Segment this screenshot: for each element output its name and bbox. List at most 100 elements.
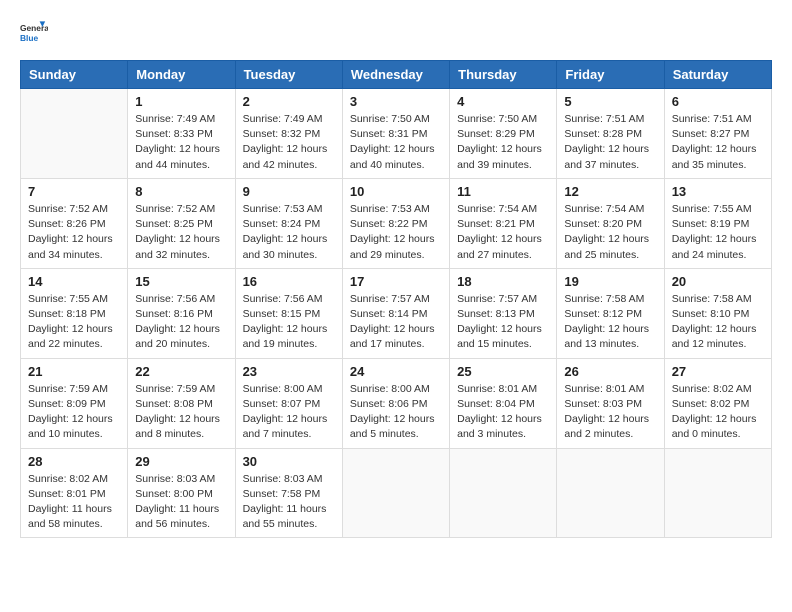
day-number: 11 xyxy=(457,184,549,199)
day-info: Sunrise: 7:58 AM Sunset: 8:10 PM Dayligh… xyxy=(672,292,764,353)
day-number: 20 xyxy=(672,274,764,289)
day-info: Sunrise: 7:56 AM Sunset: 8:15 PM Dayligh… xyxy=(243,292,335,353)
day-number: 2 xyxy=(243,94,335,109)
day-info: Sunrise: 8:01 AM Sunset: 8:04 PM Dayligh… xyxy=(457,382,549,443)
day-number: 24 xyxy=(350,364,442,379)
day-number: 29 xyxy=(135,454,227,469)
day-info: Sunrise: 8:02 AM Sunset: 8:02 PM Dayligh… xyxy=(672,382,764,443)
day-cell: 11 Sunrise: 7:54 AM Sunset: 8:21 PM Dayli… xyxy=(450,178,557,268)
weekday-header-thursday: Thursday xyxy=(450,61,557,89)
day-cell: 24 Sunrise: 8:00 AM Sunset: 8:06 PM Dayli… xyxy=(342,358,449,448)
logo: General Blue xyxy=(20,20,48,48)
day-info: Sunrise: 7:59 AM Sunset: 8:09 PM Dayligh… xyxy=(28,382,120,443)
day-number: 22 xyxy=(135,364,227,379)
day-cell xyxy=(342,448,449,538)
day-number: 16 xyxy=(243,274,335,289)
day-cell: 28 Sunrise: 8:02 AM Sunset: 8:01 PM Dayli… xyxy=(21,448,128,538)
day-number: 15 xyxy=(135,274,227,289)
header: General Blue xyxy=(20,20,772,48)
day-cell: 7Sunrise: 7:52 AM Sunset: 8:26 PM Daylig… xyxy=(21,178,128,268)
day-cell: 16 Sunrise: 7:56 AM Sunset: 8:15 PM Dayli… xyxy=(235,268,342,358)
day-number: 26 xyxy=(564,364,656,379)
day-cell: 8Sunrise: 7:52 AM Sunset: 8:25 PM Daylig… xyxy=(128,178,235,268)
day-number: 30 xyxy=(243,454,335,469)
day-number: 1 xyxy=(135,94,227,109)
day-number: 17 xyxy=(350,274,442,289)
day-number: 23 xyxy=(243,364,335,379)
day-cell: 22 Sunrise: 7:59 AM Sunset: 8:08 PM Dayli… xyxy=(128,358,235,448)
day-cell: 3Sunrise: 7:50 AM Sunset: 8:31 PM Daylig… xyxy=(342,89,449,179)
weekday-header-row: SundayMondayTuesdayWednesdayThursdayFrid… xyxy=(21,61,772,89)
day-number: 27 xyxy=(672,364,764,379)
day-info: Sunrise: 7:52 AM Sunset: 8:26 PM Dayligh… xyxy=(28,202,120,263)
week-row-2: 7Sunrise: 7:52 AM Sunset: 8:26 PM Daylig… xyxy=(21,178,772,268)
day-cell: 6 Sunrise: 7:51 AM Sunset: 8:27 PM Daylig… xyxy=(664,89,771,179)
day-number: 12 xyxy=(564,184,656,199)
day-info: Sunrise: 7:51 AM Sunset: 8:28 PM Dayligh… xyxy=(564,112,656,173)
week-row-5: 28 Sunrise: 8:02 AM Sunset: 8:01 PM Dayli… xyxy=(21,448,772,538)
day-info: Sunrise: 8:02 AM Sunset: 8:01 PM Dayligh… xyxy=(28,472,120,533)
day-info: Sunrise: 7:55 AM Sunset: 8:18 PM Dayligh… xyxy=(28,292,120,353)
logo-icon: General Blue xyxy=(20,20,48,48)
weekday-header-tuesday: Tuesday xyxy=(235,61,342,89)
weekday-header-friday: Friday xyxy=(557,61,664,89)
day-cell: 5Sunrise: 7:51 AM Sunset: 8:28 PM Daylig… xyxy=(557,89,664,179)
calendar: SundayMondayTuesdayWednesdayThursdayFrid… xyxy=(20,60,772,538)
weekday-header-monday: Monday xyxy=(128,61,235,89)
day-info: Sunrise: 7:54 AM Sunset: 8:21 PM Dayligh… xyxy=(457,202,549,263)
day-cell xyxy=(664,448,771,538)
day-info: Sunrise: 7:57 AM Sunset: 8:13 PM Dayligh… xyxy=(457,292,549,353)
day-info: Sunrise: 7:49 AM Sunset: 8:32 PM Dayligh… xyxy=(243,112,335,173)
day-number: 25 xyxy=(457,364,549,379)
day-cell: 25 Sunrise: 8:01 AM Sunset: 8:04 PM Dayli… xyxy=(450,358,557,448)
day-info: Sunrise: 8:00 AM Sunset: 8:06 PM Dayligh… xyxy=(350,382,442,443)
day-number: 19 xyxy=(564,274,656,289)
day-cell: 20 Sunrise: 7:58 AM Sunset: 8:10 PM Dayli… xyxy=(664,268,771,358)
day-info: Sunrise: 8:00 AM Sunset: 8:07 PM Dayligh… xyxy=(243,382,335,443)
day-cell: 17 Sunrise: 7:57 AM Sunset: 8:14 PM Dayli… xyxy=(342,268,449,358)
day-number: 18 xyxy=(457,274,549,289)
day-cell: 1 Sunrise: 7:49 AM Sunset: 8:33 PM Daylig… xyxy=(128,89,235,179)
day-cell: 30 Sunrise: 8:03 AM Sunset: 7:58 PM Dayli… xyxy=(235,448,342,538)
weekday-header-sunday: Sunday xyxy=(21,61,128,89)
svg-text:Blue: Blue xyxy=(20,33,38,43)
svg-text:General: General xyxy=(20,23,48,33)
day-number: 13 xyxy=(672,184,764,199)
day-cell: 10 Sunrise: 7:53 AM Sunset: 8:22 PM Dayli… xyxy=(342,178,449,268)
day-info: Sunrise: 7:56 AM Sunset: 8:16 PM Dayligh… xyxy=(135,292,227,353)
week-row-4: 21Sunrise: 7:59 AM Sunset: 8:09 PM Dayli… xyxy=(21,358,772,448)
weekday-header-wednesday: Wednesday xyxy=(342,61,449,89)
day-info: Sunrise: 7:59 AM Sunset: 8:08 PM Dayligh… xyxy=(135,382,227,443)
day-number: 28 xyxy=(28,454,120,469)
day-cell: 9Sunrise: 7:53 AM Sunset: 8:24 PM Daylig… xyxy=(235,178,342,268)
day-info: Sunrise: 7:53 AM Sunset: 8:22 PM Dayligh… xyxy=(350,202,442,263)
day-info: Sunrise: 8:03 AM Sunset: 8:00 PM Dayligh… xyxy=(135,472,227,533)
week-row-3: 14Sunrise: 7:55 AM Sunset: 8:18 PM Dayli… xyxy=(21,268,772,358)
day-info: Sunrise: 7:58 AM Sunset: 8:12 PM Dayligh… xyxy=(564,292,656,353)
day-number: 4 xyxy=(457,94,549,109)
day-cell: 19 Sunrise: 7:58 AM Sunset: 8:12 PM Dayli… xyxy=(557,268,664,358)
day-cell: 14Sunrise: 7:55 AM Sunset: 8:18 PM Dayli… xyxy=(21,268,128,358)
day-cell: 12Sunrise: 7:54 AM Sunset: 8:20 PM Dayli… xyxy=(557,178,664,268)
day-number: 6 xyxy=(672,94,764,109)
day-cell xyxy=(21,89,128,179)
day-number: 10 xyxy=(350,184,442,199)
day-cell: 13 Sunrise: 7:55 AM Sunset: 8:19 PM Dayli… xyxy=(664,178,771,268)
day-info: Sunrise: 7:57 AM Sunset: 8:14 PM Dayligh… xyxy=(350,292,442,353)
day-info: Sunrise: 7:51 AM Sunset: 8:27 PM Dayligh… xyxy=(672,112,764,173)
day-info: Sunrise: 8:03 AM Sunset: 7:58 PM Dayligh… xyxy=(243,472,335,533)
day-number: 3 xyxy=(350,94,442,109)
day-cell: 26 Sunrise: 8:01 AM Sunset: 8:03 PM Dayli… xyxy=(557,358,664,448)
day-cell: 4 Sunrise: 7:50 AM Sunset: 8:29 PM Daylig… xyxy=(450,89,557,179)
day-cell: 18 Sunrise: 7:57 AM Sunset: 8:13 PM Dayli… xyxy=(450,268,557,358)
day-info: Sunrise: 7:52 AM Sunset: 8:25 PM Dayligh… xyxy=(135,202,227,263)
day-info: Sunrise: 7:55 AM Sunset: 8:19 PM Dayligh… xyxy=(672,202,764,263)
day-info: Sunrise: 7:50 AM Sunset: 8:29 PM Dayligh… xyxy=(457,112,549,173)
day-cell: 23 Sunrise: 8:00 AM Sunset: 8:07 PM Dayli… xyxy=(235,358,342,448)
day-info: Sunrise: 7:53 AM Sunset: 8:24 PM Dayligh… xyxy=(243,202,335,263)
day-info: Sunrise: 8:01 AM Sunset: 8:03 PM Dayligh… xyxy=(564,382,656,443)
day-info: Sunrise: 7:49 AM Sunset: 8:33 PM Dayligh… xyxy=(135,112,227,173)
day-cell xyxy=(557,448,664,538)
day-cell xyxy=(450,448,557,538)
day-cell: 21Sunrise: 7:59 AM Sunset: 8:09 PM Dayli… xyxy=(21,358,128,448)
